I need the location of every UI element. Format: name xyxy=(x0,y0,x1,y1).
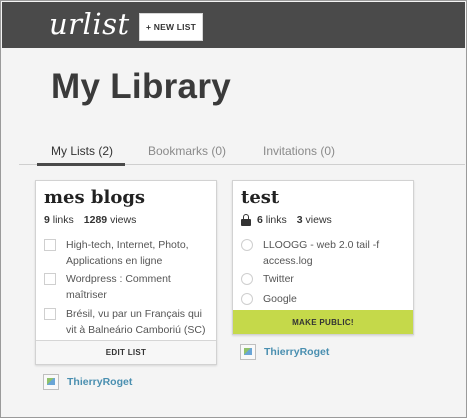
tab-bookmarks[interactable]: Bookmarks (0) xyxy=(148,144,226,158)
views-label: views xyxy=(110,214,137,226)
app-window: urlist + NEW LIST My Library My Lists (2… xyxy=(0,0,467,418)
tab-invitations[interactable]: Invitations (0) xyxy=(263,144,335,158)
page-title: My Library xyxy=(51,67,231,106)
links-count: 9 xyxy=(44,214,50,226)
links-count: 6 xyxy=(257,214,263,226)
globe-icon xyxy=(241,293,253,305)
urlist-logo[interactable]: urlist xyxy=(49,7,130,41)
globe-icon xyxy=(241,239,253,251)
list-item-label: High-tech, Internet, Photo, Applications… xyxy=(66,239,189,267)
list-stats: 6 links 3 views xyxy=(241,214,332,226)
tab-my-lists[interactable]: My Lists (2) xyxy=(51,144,113,158)
active-tab-indicator xyxy=(37,163,125,166)
list-title[interactable]: test xyxy=(241,187,279,208)
list-item-label: Brésil, vu par un Français qui vit à Bal… xyxy=(66,308,206,336)
checkbox-icon xyxy=(44,308,56,320)
links-label: links xyxy=(52,214,74,226)
list-item[interactable]: High-tech, Internet, Photo, Applications… xyxy=(44,237,206,269)
list-owner[interactable]: ThierryRoget xyxy=(43,374,132,390)
list-item[interactable]: LLOOGG - web 2.0 tail -f access.log xyxy=(241,237,407,269)
make-public-button[interactable]: MAKE PUBLIC! xyxy=(233,310,413,334)
list-item-label: Wordpress : Comment maîtriser xyxy=(66,273,171,301)
views-count: 1289 xyxy=(83,214,108,226)
avatar xyxy=(43,374,59,390)
views-label: views xyxy=(305,214,332,226)
list-card-test[interactable]: test 6 links 3 views LLOOGG - web 2.0 ta… xyxy=(232,180,414,335)
list-title[interactable]: mes blogs xyxy=(44,187,145,208)
list-item-label: Google xyxy=(263,293,297,305)
list-item[interactable]: Google xyxy=(241,291,407,307)
links-label: links xyxy=(265,214,287,226)
owner-name[interactable]: ThierryRoget xyxy=(67,376,132,388)
top-bar: urlist + NEW LIST xyxy=(2,2,465,48)
views-count: 3 xyxy=(296,214,303,226)
list-item[interactable]: Wordpress : Comment maîtriser xyxy=(44,271,206,303)
checkbox-icon xyxy=(44,273,56,285)
avatar xyxy=(240,344,256,360)
edit-list-button[interactable]: EDIT LIST xyxy=(36,340,216,364)
list-stats: 9 links 1289 views xyxy=(44,214,136,226)
list-item[interactable]: Twitter xyxy=(241,271,407,287)
new-list-button[interactable]: + NEW LIST xyxy=(139,13,203,41)
checkbox-icon xyxy=(44,239,56,251)
list-item-label: Twitter xyxy=(263,273,294,285)
list-card-mes-blogs[interactable]: mes blogs 9 links 1289 views High-tech, … xyxy=(35,180,217,365)
owner-name[interactable]: ThierryRoget xyxy=(264,346,329,358)
list-item[interactable]: Brésil, vu par un Français qui vit à Bal… xyxy=(44,306,212,338)
list-owner[interactable]: ThierryRoget xyxy=(240,344,329,360)
lock-icon xyxy=(241,214,251,226)
list-item-label: LLOOGG - web 2.0 tail -f access.log xyxy=(263,239,380,267)
globe-icon xyxy=(241,273,253,285)
